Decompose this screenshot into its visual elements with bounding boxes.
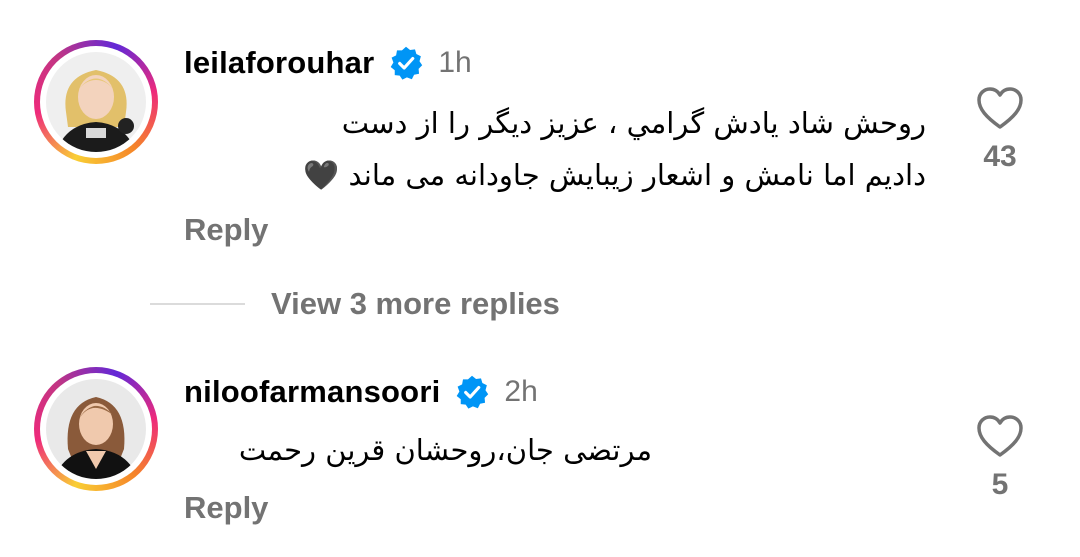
comment-header: niloofarmansoori 2h: [184, 370, 538, 414]
heart-icon[interactable]: [970, 86, 1030, 130]
profile-photo: [46, 379, 146, 479]
comment-header: leilaforouhar 1h: [184, 41, 472, 85]
avatar-leilaforouhar[interactable]: [34, 40, 158, 164]
divider-line: [150, 303, 245, 305]
timestamp: 1h: [438, 46, 472, 79]
black-heart-emoji: 🖤: [303, 158, 340, 192]
avatar-niloofarmansoori[interactable]: [34, 367, 158, 491]
username[interactable]: leilaforouhar: [184, 45, 374, 81]
comment-line-text: دادیم اما نامش و اشعار زیبایش جاودانه می…: [348, 158, 926, 192]
like-count: 43: [983, 140, 1017, 173]
username[interactable]: niloofarmansoori: [184, 374, 440, 410]
comment-line: دادیم اما نامش و اشعار زیبایش جاودانه می…: [166, 149, 926, 201]
comment-line: روحش شاد یادش گرامي ، عزیز دیگر را از دس…: [341, 106, 926, 140]
reply-button[interactable]: Reply: [184, 212, 268, 248]
reply-button[interactable]: Reply: [184, 490, 268, 526]
view-more-replies-label[interactable]: View 3 more replies: [271, 286, 560, 322]
comment-text: روحش شاد یادش گرامي ، عزیز دیگر را از دس…: [166, 97, 926, 201]
verified-badge-icon: [388, 45, 424, 81]
like-area: 43: [970, 86, 1030, 174]
timestamp: 2h: [504, 375, 538, 408]
like-count: 5: [991, 468, 1009, 501]
comment-text: مرتضی جان،روحشان قرین رحمت: [152, 424, 652, 476]
comment-line: مرتضی جان،روحشان قرین رحمت: [238, 433, 652, 467]
view-more-replies[interactable]: View 3 more replies: [150, 286, 560, 322]
verified-badge-icon: [454, 374, 490, 410]
profile-photo: [46, 52, 146, 152]
like-area: 5: [970, 414, 1030, 502]
heart-icon[interactable]: [970, 414, 1030, 458]
